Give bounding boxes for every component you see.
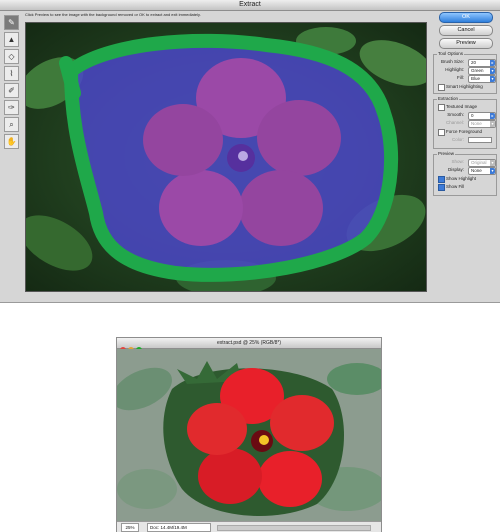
display-label: Display: bbox=[447, 167, 464, 172]
extraction-title: Extraction bbox=[437, 96, 460, 101]
hand-tool[interactable]: ✋ bbox=[4, 134, 19, 149]
cleanup-tool[interactable]: ✐ bbox=[4, 83, 19, 98]
force-foreground-label: Force Foreground bbox=[446, 129, 483, 134]
instructions-text: Click Preview to see the image with the … bbox=[25, 12, 201, 17]
highlight-label: Highlight: bbox=[445, 67, 464, 72]
extract-dialog: Extract ✎ ▲ ◇ ⌇ ✐ ✑ ⌕ ✋ Click Preview to… bbox=[0, 0, 500, 303]
force-foreground-checkbox[interactable] bbox=[438, 129, 445, 136]
color-swatch[interactable] bbox=[468, 137, 492, 143]
ok-button[interactable]: OK bbox=[439, 12, 493, 23]
highlight-select[interactable]: Green ▾ bbox=[468, 67, 496, 75]
display-select[interactable]: None ▾ bbox=[468, 167, 496, 175]
dialog-title: Extract bbox=[239, 1, 261, 8]
show-label: Show: bbox=[451, 159, 464, 164]
extraction-group: Extraction Textured Image Smooth: 0 ▸ Cha… bbox=[433, 96, 497, 149]
edge-touchup-tool[interactable]: ✑ bbox=[4, 100, 19, 115]
status-bar: 25% Doc: 14.4M/19.4M bbox=[117, 521, 381, 532]
document-window: extract.psd @ 25% (RGB/8*) 25% Doc: 14.4… bbox=[116, 337, 382, 532]
dialog-titlebar: Extract bbox=[0, 0, 500, 11]
channel-label: Channel: bbox=[445, 120, 464, 125]
smooth-field[interactable]: 0 ▸ bbox=[468, 112, 496, 120]
fill-select[interactable]: Blue ▾ bbox=[468, 75, 496, 83]
fill-label: Fill: bbox=[457, 75, 464, 80]
textured-image-label: Textured Image bbox=[446, 104, 478, 109]
brush-size-field[interactable]: 20 ▸ bbox=[468, 59, 496, 67]
options-panel: OK Cancel Preview Tool Options Brush Siz… bbox=[431, 11, 497, 301]
textured-image-checkbox[interactable] bbox=[438, 104, 445, 111]
extract-toolbox: ✎ ▲ ◇ ⌇ ✐ ✑ ⌕ ✋ bbox=[4, 15, 19, 300]
eraser-tool[interactable]: ◇ bbox=[4, 49, 19, 64]
tool-options-title: Tool Options bbox=[437, 51, 465, 56]
show-highlight-label: Show Highlight bbox=[446, 176, 477, 181]
fill-tool[interactable]: ▲ bbox=[4, 32, 19, 47]
smooth-label: Smooth: bbox=[447, 112, 464, 117]
show-select[interactable]: Original ▾ bbox=[468, 159, 496, 167]
show-fill-checkbox[interactable] bbox=[438, 184, 445, 191]
canvas-image bbox=[26, 23, 426, 291]
extracted-image[interactable] bbox=[117, 349, 381, 521]
document-titlebar[interactable]: extract.psd @ 25% (RGB/8*) bbox=[117, 338, 381, 353]
horizontal-scrollbar[interactable] bbox=[217, 525, 371, 531]
extracted-flower-image bbox=[117, 349, 381, 521]
edge-highlighter-tool[interactable]: ✎ bbox=[4, 15, 19, 30]
document-size: Doc: 14.4M/19.4M bbox=[147, 523, 211, 532]
eyedropper-tool[interactable]: ⌇ bbox=[4, 66, 19, 81]
tool-options-group: Tool Options Brush Size: 20 ▸ Highlight: … bbox=[433, 51, 497, 94]
zoom-level[interactable]: 25% bbox=[121, 523, 139, 532]
preview-button[interactable]: Preview bbox=[439, 38, 493, 49]
zoom-tool[interactable]: ⌕ bbox=[4, 117, 19, 132]
extract-canvas[interactable] bbox=[25, 22, 427, 292]
show-highlight-checkbox[interactable] bbox=[438, 176, 445, 183]
smart-highlighting-label: Smart Highlighting bbox=[446, 84, 483, 89]
smart-highlighting-checkbox[interactable] bbox=[438, 84, 445, 91]
preview-title: Preview bbox=[437, 151, 456, 156]
preview-group: Preview Show: Original ▾ Display: None ▾ S… bbox=[433, 151, 497, 196]
brush-size-label: Brush Size: bbox=[440, 59, 464, 64]
channel-select[interactable]: None ▾ bbox=[468, 120, 496, 128]
document-title: extract.psd @ 25% (RGB/8*) bbox=[217, 340, 281, 346]
cancel-button[interactable]: Cancel bbox=[439, 25, 493, 36]
show-fill-label: Show Fill bbox=[446, 184, 465, 189]
color-label: Color: bbox=[451, 137, 464, 142]
